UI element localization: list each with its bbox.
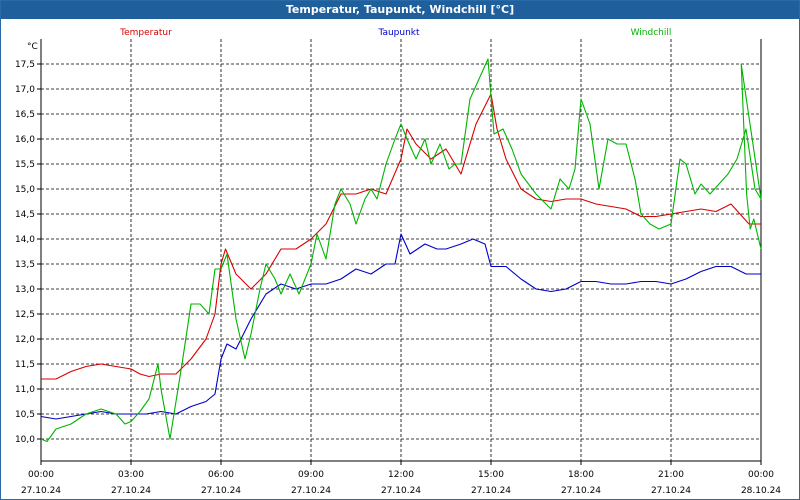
x-tick-date-label: 27.10.24 [381, 486, 421, 496]
legend-temperatur: Temperatur [119, 28, 172, 38]
legend-taupunkt: Taupunkt [377, 28, 420, 38]
x-tick-date-label: 27.10.24 [291, 486, 331, 496]
x-tick-date-label: 27.10.24 [111, 486, 151, 496]
y-tick-label: 13,0 [15, 285, 35, 295]
x-tick-time-label: 00:00 [28, 470, 54, 480]
y-tick-label: 17,5 [15, 60, 35, 70]
y-axis-label: °C [27, 42, 38, 52]
x-tick-date-label: 27.10.24 [561, 486, 601, 496]
x-tick-time-label: 21:00 [658, 470, 684, 480]
x-tick-time-label: 09:00 [298, 470, 324, 480]
x-tick-time-label: 15:00 [478, 470, 504, 480]
y-tick-label: 10,5 [15, 410, 35, 420]
x-tick-time-label: 03:00 [118, 470, 144, 480]
y-tick-label: 17,0 [15, 85, 35, 95]
legend-windchill: Windchill [631, 28, 672, 38]
x-tick-time-label: 00:00 [748, 470, 774, 480]
y-tick-label: 12,0 [15, 335, 35, 345]
y-tick-label: 14,5 [15, 210, 35, 220]
y-tick-label: 11,0 [15, 385, 35, 395]
y-tick-label: 13,5 [15, 260, 35, 270]
line-chart: 10,0 10,5 11,0 11,5 12,0 12,5 13,0 13,5 14,0 14,5… [15, 28, 781, 496]
x-tick-date-label: 27.10.24 [651, 486, 691, 496]
y-tick-label: 11,5 [15, 360, 35, 370]
x-tick-date-label: 27.10.24 [471, 486, 511, 496]
y-tick-label: 15,0 [15, 185, 35, 195]
chart-window: Temperatur, Taupunkt, Windchill [°C] 10,… [0, 0, 800, 500]
x-tick-date-label: 27.10.24 [21, 486, 61, 496]
y-tick-label: 16,5 [15, 110, 35, 120]
x-tick-time-label: 12:00 [388, 470, 414, 480]
y-tick-label: 15,5 [15, 160, 35, 170]
x-tick-time-label: 18:00 [568, 470, 594, 480]
y-tick-label: 16,0 [15, 135, 35, 145]
y-tick-label: 12,5 [15, 310, 35, 320]
y-tick-label: 14,0 [15, 235, 35, 245]
x-tick-time-label: 06:00 [208, 470, 234, 480]
y-tick-label: 10,0 [15, 435, 35, 445]
x-tick-date-label: 28.10.24 [741, 486, 781, 496]
x-tick-date-label: 27.10.24 [201, 486, 241, 496]
